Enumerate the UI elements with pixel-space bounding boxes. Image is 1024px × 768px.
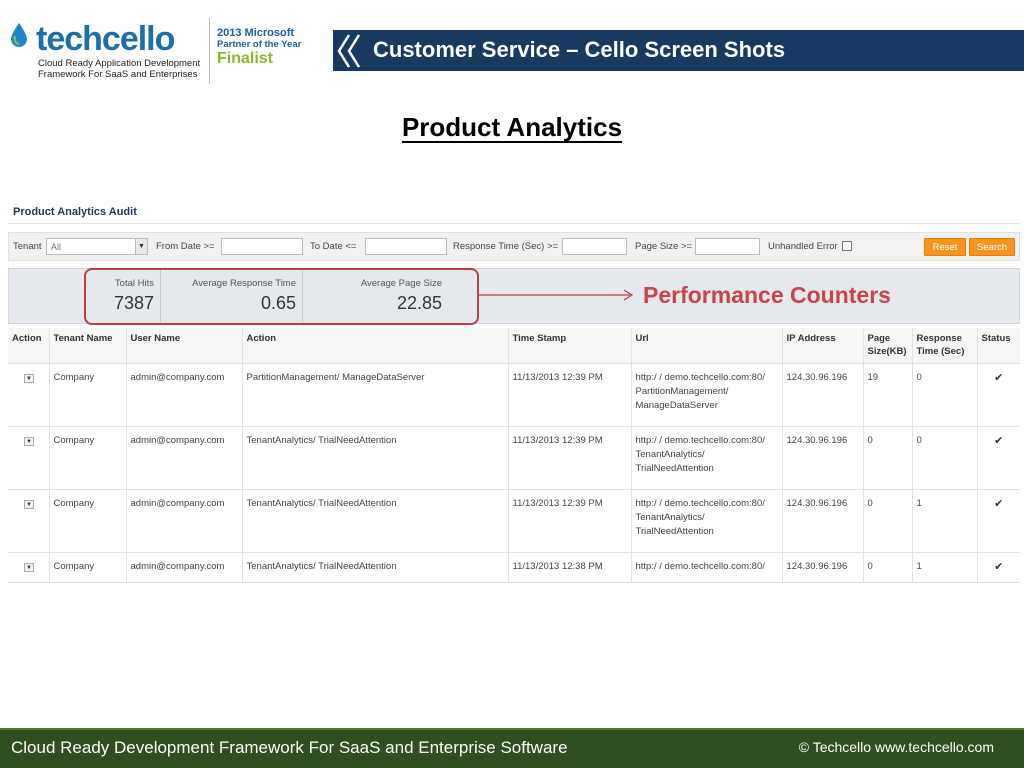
unhandled-error-checkbox[interactable] bbox=[842, 241, 852, 251]
performance-counters-callout: Performance Counters bbox=[643, 282, 891, 308]
page-size-input[interactable] bbox=[695, 238, 760, 255]
water-drop-icon bbox=[11, 23, 27, 47]
status-check-icon: ✔ bbox=[994, 371, 1004, 384]
cell-tenant: Company bbox=[49, 363, 127, 427]
expand-row-icon[interactable]: ▼ bbox=[24, 373, 34, 383]
cell-page-size: 0 bbox=[863, 489, 913, 553]
cell-timestamp: 11/13/2013 12:39 PM bbox=[508, 363, 632, 427]
cell-page-size: 19 bbox=[863, 363, 913, 427]
col-action[interactable]: Action bbox=[242, 328, 509, 364]
cell-timestamp: 11/13/2013 12:38 PM bbox=[508, 552, 632, 583]
tenant-select[interactable]: All ▼ bbox=[46, 238, 148, 255]
status-check-icon: ✔ bbox=[994, 560, 1004, 573]
expand-row-icon[interactable]: ▼ bbox=[24, 562, 34, 572]
col-time-stamp[interactable]: Time Stamp bbox=[508, 328, 632, 364]
cell-tenant: Company bbox=[49, 426, 127, 490]
audit-title: Product Analytics Audit bbox=[13, 206, 137, 218]
footer-copyright: © Techcello www.techcello.com bbox=[798, 739, 994, 755]
unhandled-error-label: Unhandled Error bbox=[768, 241, 838, 252]
cell-user: admin@company.com bbox=[126, 426, 243, 490]
cell-response-time: 0 bbox=[912, 363, 978, 427]
audit-divider bbox=[8, 223, 1020, 224]
footer-tagline: Cloud Ready Development Framework For Sa… bbox=[11, 738, 568, 757]
cell-tenant: Company bbox=[49, 552, 127, 583]
callout-arrow-icon bbox=[478, 289, 634, 301]
cell-user: admin@company.com bbox=[126, 363, 243, 427]
expand-row-icon[interactable]: ▼ bbox=[24, 499, 34, 509]
reset-button[interactable]: Reset bbox=[924, 238, 966, 256]
to-date-label: To Date <= bbox=[310, 241, 357, 252]
cell-timestamp: 11/13/2013 12:39 PM bbox=[508, 426, 632, 490]
award-badge: 2013 Microsoft Partner of the Year Final… bbox=[217, 27, 302, 67]
col-status[interactable]: Status bbox=[977, 328, 1020, 364]
page-size-label: Page Size >= bbox=[635, 241, 693, 252]
cell-response-time: 0 bbox=[912, 426, 978, 490]
banner-title: Customer Service – Cello Screen Shots bbox=[373, 37, 786, 62]
filter-bar: Tenant All ▼ From Date >= To Date <= Res… bbox=[8, 232, 1020, 261]
performance-counters-highlight bbox=[84, 268, 479, 325]
col-ip-address[interactable]: IP Address bbox=[782, 328, 864, 364]
col-user-name[interactable]: User Name bbox=[126, 328, 243, 364]
table-header-row: Action Tenant Name User Name Action Time… bbox=[8, 328, 1020, 364]
status-check-icon: ✔ bbox=[994, 497, 1004, 510]
logo-wordmark: techcello bbox=[36, 20, 175, 58]
cell-action: PartitionManagement/ ManageDataServer bbox=[242, 363, 509, 427]
to-date-input[interactable] bbox=[365, 238, 447, 255]
from-date-label: From Date >= bbox=[156, 241, 215, 252]
col-response-time[interactable]: Response Time (Sec) bbox=[912, 328, 978, 364]
search-button[interactable]: Search bbox=[969, 238, 1015, 256]
tenant-label: Tenant bbox=[13, 241, 42, 252]
table-row: ▼ Company admin@company.com PartitionMan… bbox=[8, 363, 1020, 427]
cell-user: admin@company.com bbox=[126, 489, 243, 553]
col-url[interactable]: Url bbox=[631, 328, 783, 364]
col-action-expand[interactable]: Action bbox=[8, 328, 50, 364]
cell-response-time: 1 bbox=[912, 552, 978, 583]
cell-ip: 124.30.96.196 bbox=[782, 426, 864, 490]
cell-page-size: 0 bbox=[863, 552, 913, 583]
title-banner: Customer Service – Cello Screen Shots bbox=[330, 30, 1024, 71]
cell-response-time: 1 bbox=[912, 489, 978, 553]
chevron-down-icon[interactable]: ▼ bbox=[135, 239, 147, 254]
cell-action: TenantAnalytics/ TrialNeedAttention bbox=[242, 426, 509, 490]
double-chevron-left-icon bbox=[337, 34, 361, 68]
logo-tagline: Cloud Ready Application Development Fram… bbox=[38, 58, 201, 80]
cell-page-size: 0 bbox=[863, 426, 913, 490]
col-page-size[interactable]: Page Size(KB) bbox=[863, 328, 913, 364]
cell-action: TenantAnalytics/ TrialNeedAttention bbox=[242, 552, 509, 583]
col-tenant-name[interactable]: Tenant Name bbox=[49, 328, 127, 364]
response-time-label: Response Time (Sec) >= bbox=[453, 241, 559, 252]
table-row: ▼ Company admin@company.com TenantAnalyt… bbox=[8, 426, 1020, 490]
cell-timestamp: 11/13/2013 12:39 PM bbox=[508, 489, 632, 553]
from-date-input[interactable] bbox=[221, 238, 303, 255]
analytics-table: Action Tenant Name User Name Action Time… bbox=[8, 328, 1020, 583]
cell-user: admin@company.com bbox=[126, 552, 243, 583]
header-divider bbox=[209, 18, 210, 84]
status-check-icon: ✔ bbox=[994, 434, 1004, 447]
cell-ip: 124.30.96.196 bbox=[782, 489, 864, 553]
cell-action: TenantAnalytics/ TrialNeedAttention bbox=[242, 489, 509, 553]
response-time-input[interactable] bbox=[562, 238, 627, 255]
table-row: ▼ Company admin@company.com TenantAnalyt… bbox=[8, 489, 1020, 553]
cell-url: http:/ / demo.techcello.com:80/ bbox=[631, 552, 783, 583]
expand-row-icon[interactable]: ▼ bbox=[24, 436, 34, 446]
cell-url: http:/ / demo.techcello.com:80/ Partitio… bbox=[631, 363, 783, 427]
techcello-logo: techcello Cloud Ready Application Develo… bbox=[6, 16, 206, 86]
cell-url: http:/ / demo.techcello.com:80/ TenantAn… bbox=[631, 489, 783, 553]
footer-bar: Cloud Ready Development Framework For Sa… bbox=[0, 728, 1024, 768]
cell-ip: 124.30.96.196 bbox=[782, 363, 864, 427]
page-title: Product Analytics bbox=[401, 112, 623, 142]
cell-url: http:/ / demo.techcello.com:80/ TenantAn… bbox=[631, 426, 783, 490]
cell-tenant: Company bbox=[49, 489, 127, 553]
table-row: ▼ Company admin@company.com TenantAnalyt… bbox=[8, 552, 1020, 583]
cell-ip: 124.30.96.196 bbox=[782, 552, 864, 583]
